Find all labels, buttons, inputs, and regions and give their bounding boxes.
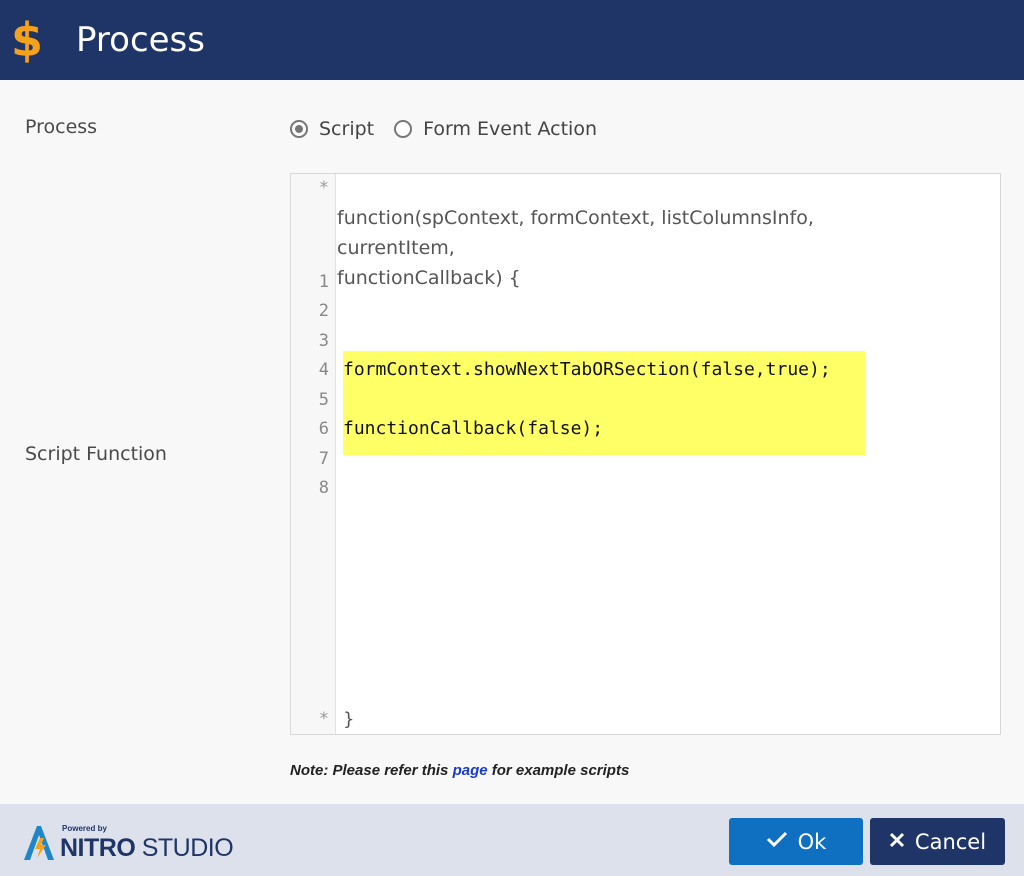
- powered-by-text: Powered by: [62, 824, 107, 833]
- top-marker: *: [318, 178, 329, 198]
- bottom-marker: *: [318, 709, 329, 729]
- line-number: 3: [318, 331, 329, 351]
- signature-line-2: functionCallback) {: [337, 267, 521, 289]
- line-number: 1: [318, 272, 329, 292]
- check-icon: [766, 829, 788, 854]
- cancel-button[interactable]: Cancel: [870, 818, 1005, 865]
- closing-brace: }: [343, 709, 355, 730]
- script-editor[interactable]: * * function(spContext, formContext, lis…: [290, 173, 1001, 735]
- code-line-4[interactable]: formContext.showNextTabORSection(false,t…: [343, 359, 831, 380]
- function-signature: function(spContext, formContext, listCol…: [336, 203, 936, 293]
- line-number: 7: [318, 449, 329, 469]
- radio-option-script[interactable]: Script: [290, 118, 374, 140]
- script-function-label: Script Function: [25, 443, 167, 465]
- note-prefix: Note: Please refer this: [290, 762, 453, 779]
- process-radio-group: Script Form Event Action: [290, 116, 617, 142]
- dialog-title: Process: [76, 20, 205, 60]
- dollar-icon: $: [10, 13, 43, 67]
- radio-script-circle[interactable]: [290, 120, 308, 138]
- close-icon: [889, 829, 905, 854]
- dialog-footer: Powered by NITRO STUDIO Ok Cancel: [0, 804, 1024, 876]
- line-number: 2: [318, 301, 329, 321]
- line-number: 6: [318, 419, 329, 439]
- radio-option-form-event-action[interactable]: Form Event Action: [394, 118, 597, 140]
- signature-line-1: function(spContext, formContext, listCol…: [337, 207, 814, 259]
- ok-button[interactable]: Ok: [729, 818, 863, 865]
- radio-form-event-action-label: Form Event Action: [423, 118, 597, 140]
- line-number: 4: [318, 360, 329, 380]
- cancel-label: Cancel: [914, 829, 987, 854]
- brand-studio: STUDIO: [135, 834, 234, 862]
- example-scripts-link[interactable]: page: [453, 762, 488, 779]
- ok-label: Ok: [797, 829, 827, 854]
- line-number: 5: [318, 390, 329, 410]
- line-number: 8: [318, 478, 329, 498]
- nitro-logo-icon: [24, 826, 54, 860]
- code-line-6[interactable]: functionCallback(false);: [343, 418, 603, 439]
- radio-form-event-action-circle[interactable]: [394, 120, 413, 138]
- nitro-studio-logo: Powered by NITRO STUDIO: [22, 822, 234, 862]
- process-label: Process: [25, 116, 98, 138]
- dialog-header: $ Process: [0, 0, 1024, 80]
- brand-nitro: NITRO: [60, 834, 136, 862]
- brand-name: NITRO STUDIO: [60, 834, 234, 863]
- note-suffix: for example scripts: [487, 762, 630, 779]
- radio-script-label: Script: [319, 118, 375, 140]
- note-text: Note: Please refer this page for example…: [290, 762, 629, 779]
